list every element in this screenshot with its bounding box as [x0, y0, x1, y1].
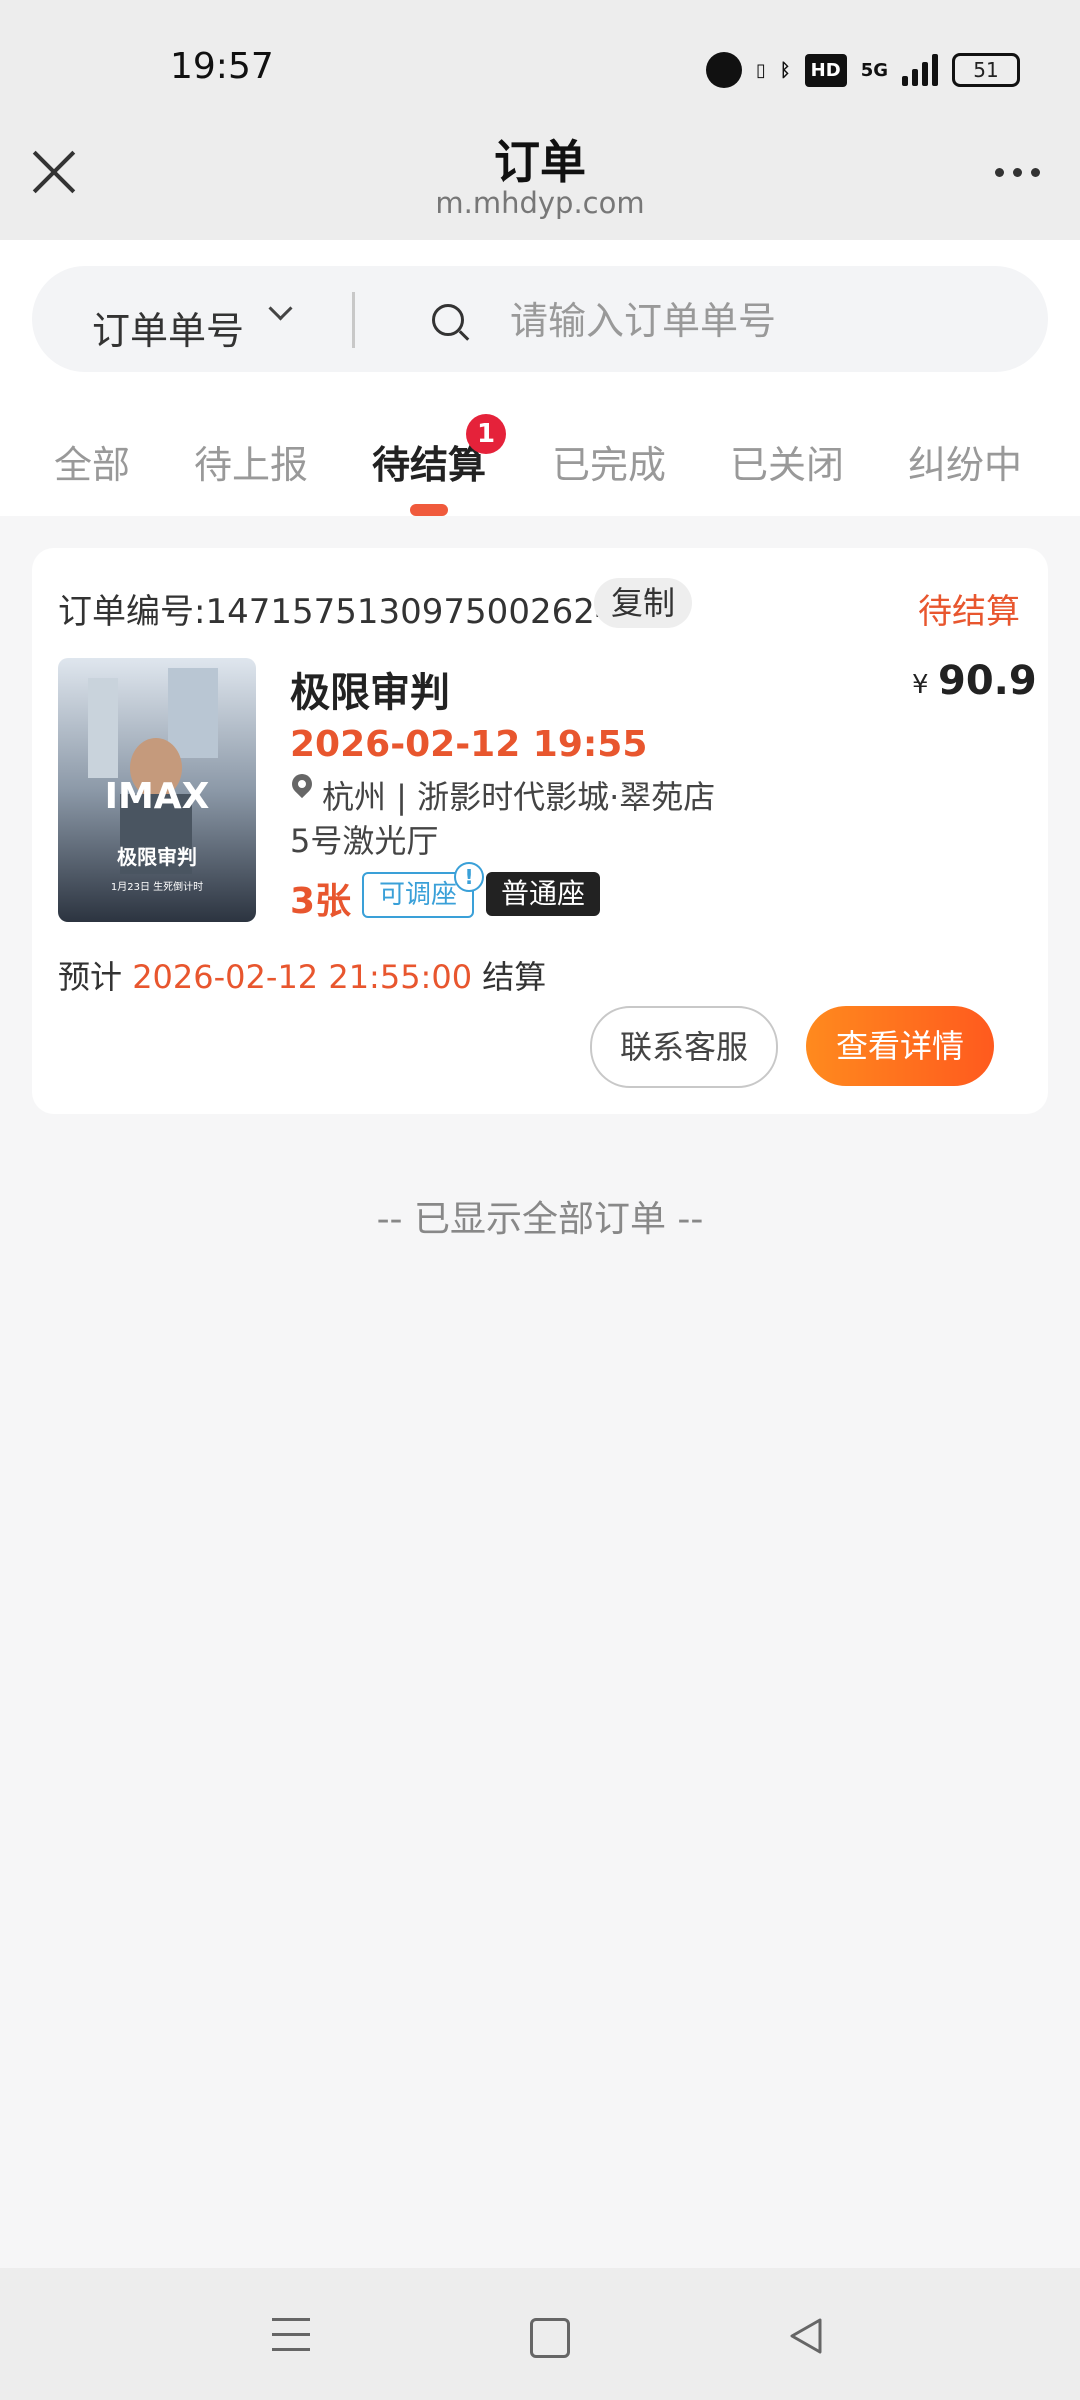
vibrate-icon: ▯: [755, 59, 766, 81]
page-title: 订单: [494, 135, 586, 189]
contact-support-button[interactable]: 联系客服: [590, 1006, 778, 1088]
cinema-name: 杭州 | 浙影时代影城·翠苑店: [322, 778, 716, 816]
copy-button[interactable]: 复制: [594, 578, 692, 628]
page-url: m.mhdyp.com: [435, 186, 645, 220]
settlement-time: 2026-02-12 21:55:00: [132, 958, 473, 996]
home-icon[interactable]: [530, 2318, 570, 2358]
tab-count-badge: 1: [466, 414, 506, 454]
tab-pending-report[interactable]: 待上报: [194, 434, 308, 489]
alarm-icon: [705, 52, 742, 88]
poster-title: 极限审判: [117, 845, 197, 869]
ticket-count: 3张: [290, 881, 352, 922]
poster-brand: IMAX: [105, 776, 210, 817]
search-divider: [352, 292, 355, 348]
back-icon[interactable]: [786, 2316, 826, 2360]
bluetooth-icon: ᛒ: [779, 59, 791, 81]
search-input[interactable]: [508, 296, 1012, 346]
tab-completed[interactable]: 已完成: [552, 434, 666, 489]
search-icon: [432, 304, 464, 336]
order-number-label: 订单编号:: [58, 592, 206, 632]
end-of-list-text: -- 已显示全部订单 --: [376, 1199, 704, 1240]
settlement-prefix: 预计: [58, 958, 123, 996]
hd-badge: HD: [804, 53, 847, 87]
poster-date: 1月23日 生死倒计时: [111, 880, 203, 893]
status-time: 19:57: [170, 46, 274, 87]
tab-all[interactable]: 全部: [54, 434, 130, 489]
order-number: 订单编号:1471575130975002624: [58, 584, 616, 633]
seat-type-tag: 普通座: [486, 872, 600, 916]
hall-name: 5号激光厅: [290, 822, 439, 860]
view-details-button[interactable]: 查看详情: [806, 1006, 994, 1086]
search-type-select[interactable]: 订单单号: [92, 300, 244, 355]
status-icons: ▯ ᛒ HD 5G 51: [705, 48, 1020, 92]
tab-active-indicator: [410, 504, 448, 516]
showtime: 2026-02-12 19:55: [290, 724, 648, 765]
menu-icon[interactable]: [272, 2318, 310, 2352]
tab-disputed[interactable]: 纠纷中: [908, 434, 1022, 489]
battery-icon: 51: [952, 53, 1020, 87]
network-type: 5G: [860, 59, 888, 81]
order-price: 90.9: [938, 658, 1037, 704]
movie-title: 极限审判: [290, 670, 450, 716]
order-number-value: 1471575130975002624: [205, 592, 617, 632]
signal-icon: [902, 54, 938, 86]
settlement-note: 预计 2026-02-12 21:55:00 结算: [58, 952, 546, 998]
settlement-suffix: 结算: [482, 958, 547, 996]
more-options-icon[interactable]: [995, 168, 1040, 177]
info-icon[interactable]: !: [454, 862, 484, 892]
order-status: 待结算: [918, 592, 1020, 632]
movie-poster[interactable]: IMAX 极限审判 1月23日 生死倒计时: [58, 658, 256, 922]
tab-closed[interactable]: 已关闭: [730, 434, 844, 489]
currency-symbol: ¥: [912, 670, 929, 700]
